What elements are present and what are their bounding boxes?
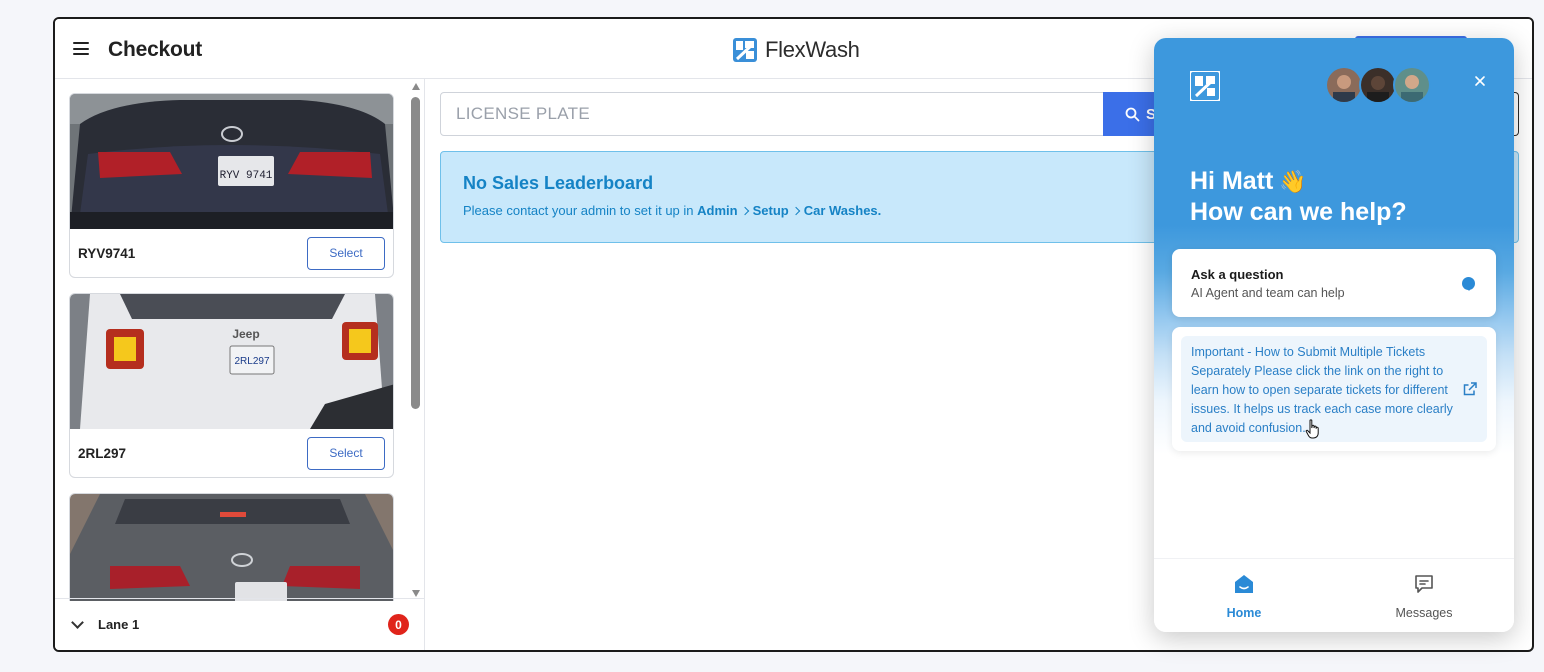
vehicle-panel: RYV 9741 RYV9741 Select Jeep 2RL297 2RL2… xyxy=(55,79,425,650)
greeting-line2: How can we help? xyxy=(1190,198,1407,226)
nav-messages[interactable]: Messages xyxy=(1364,573,1484,620)
avatar xyxy=(1393,66,1431,104)
vehicle-list: RYV 9741 RYV9741 Select Jeep 2RL297 2RL2… xyxy=(55,79,407,601)
greeting-line1: Hi Matt xyxy=(1190,167,1274,195)
wave-icon: 👋 xyxy=(1279,169,1307,194)
brand-name: FlexWash xyxy=(765,37,860,62)
messenger-nav: Home Messages xyxy=(1154,558,1514,632)
svg-text:2RL297: 2RL297 xyxy=(234,356,269,367)
messages-icon xyxy=(1415,575,1433,593)
plate-label: RYV9741 xyxy=(78,245,136,261)
greeting: Hi Matt 👋 How can we help? xyxy=(1190,166,1407,228)
help-icon xyxy=(1462,277,1475,291)
alert-path-car-washes: Car Washes. xyxy=(803,203,882,218)
chevron-down-icon xyxy=(71,615,84,629)
ask-question-card[interactable]: Ask a question AI Agent and team can hel… xyxy=(1172,249,1496,317)
scroll-thumb[interactable] xyxy=(411,97,420,409)
hand-cursor-icon xyxy=(1305,419,1319,439)
flexwash-logo xyxy=(733,38,757,62)
vehicle-card: Jeep 2RL297 2RL297 Select xyxy=(69,293,394,478)
select-button[interactable]: Select xyxy=(307,236,385,270)
ask-subtitle: AI Agent and team can help xyxy=(1191,286,1345,300)
svg-text:RYV 9741: RYV 9741 xyxy=(220,170,273,182)
scroll-up-arrow[interactable] xyxy=(412,83,420,90)
vehicle-card: RYV 9741 RYV9741 Select xyxy=(69,93,394,278)
notice-link[interactable]: Important - How to Submit Multiple Ticke… xyxy=(1181,336,1487,442)
vehicle-photo: RYV 9741 xyxy=(70,94,393,229)
avatar xyxy=(1325,66,1363,104)
external-link-icon xyxy=(1463,382,1477,396)
notice-text: Important - How to Submit Multiple Ticke… xyxy=(1191,345,1453,435)
lane-count-badge: 0 xyxy=(388,614,409,635)
alert-path-admin: Admin xyxy=(697,203,738,218)
close-icon[interactable] xyxy=(1472,73,1488,89)
lane-label: Lane 1 xyxy=(98,617,140,632)
alert-message: Please contact your admin to set it up i… xyxy=(463,203,698,218)
search-icon xyxy=(1125,107,1140,121)
menu-icon[interactable] xyxy=(73,42,89,55)
select-button[interactable]: Select xyxy=(307,436,385,470)
nav-home[interactable]: Home xyxy=(1184,573,1304,620)
ask-title: Ask a question xyxy=(1191,267,1284,282)
notice-card[interactable]: Important - How to Submit Multiple Ticke… xyxy=(1172,327,1496,451)
vehicle-photo xyxy=(70,494,393,601)
page-title: Checkout xyxy=(108,38,203,61)
home-icon xyxy=(1235,575,1253,593)
team-avatars xyxy=(1325,66,1431,104)
lane-toggle[interactable]: Lane 1 0 xyxy=(55,598,424,650)
scroll-down-arrow[interactable] xyxy=(412,590,420,597)
alert-path-setup: Setup xyxy=(752,203,789,218)
brand: FlexWash xyxy=(733,37,860,63)
vehicle-row: 2RL297 Select xyxy=(70,429,393,477)
alert-title: No Sales Leaderboard xyxy=(463,173,654,193)
help-messenger: Hi Matt 👋 How can we help? Ask a question… xyxy=(1154,38,1514,632)
vehicle-photo: Jeep 2RL297 xyxy=(70,294,393,429)
vehicle-card xyxy=(69,493,394,601)
nav-messages-label: Messages xyxy=(1395,606,1453,620)
vehicle-row: RYV9741 Select xyxy=(70,229,393,277)
svg-text:Jeep: Jeep xyxy=(232,327,259,341)
nav-home-label: Home xyxy=(1226,606,1262,620)
vehicle-list-scrollbar[interactable] xyxy=(407,79,425,601)
chevron-right-icon xyxy=(740,206,749,216)
alert-text: Please contact your admin to set it up i… xyxy=(463,203,881,218)
avatar xyxy=(1359,66,1397,104)
plate-label: 2RL297 xyxy=(78,445,127,461)
license-plate-input[interactable] xyxy=(440,92,1104,136)
chevron-right-icon xyxy=(791,206,800,216)
messenger-logo xyxy=(1190,71,1220,101)
